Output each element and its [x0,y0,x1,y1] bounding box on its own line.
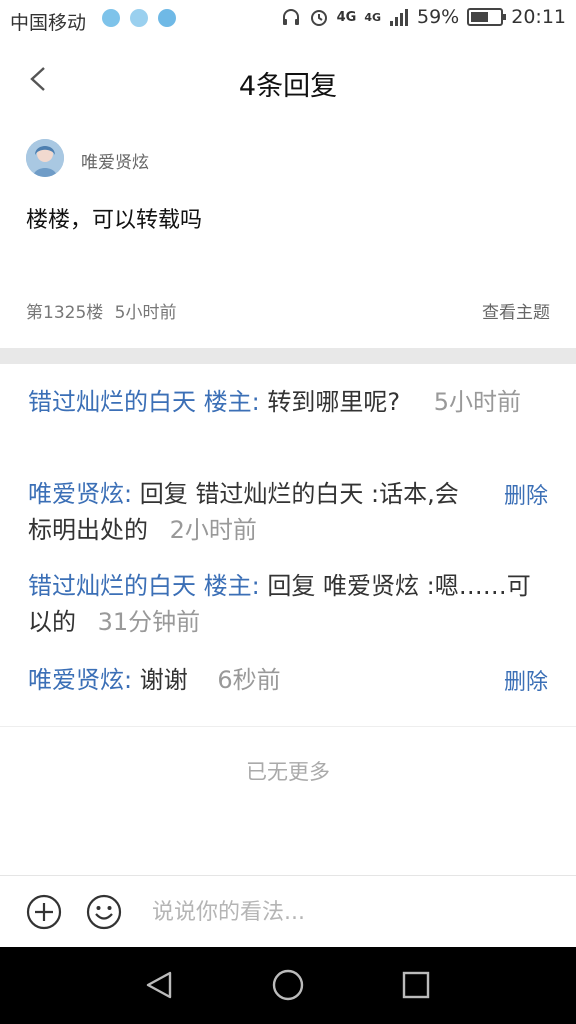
battery-percent: 59% [417,6,460,28]
plus-circle-icon [26,894,62,930]
carrier-name: 中国移动 [10,12,87,34]
square-recents-icon [402,971,430,999]
nav-home-button[interactable] [268,965,308,1005]
reply-user[interactable]: 错过灿烂的白天 楼主: [28,388,260,416]
divider [0,726,576,727]
reply-time: 2小时前 [169,516,257,544]
reply-item[interactable]: 错过灿烂的白天 楼主: 回复 唯爱贤炫 :嗯……可以的 31分钟前 [28,568,548,640]
section-divider [0,348,576,364]
triangle-back-icon [146,971,172,999]
avatar-image [26,139,64,177]
signal-icon [390,9,408,26]
reply-user[interactable]: 唯爱贤炫: [28,480,132,508]
smiley-icon [86,894,122,930]
reply-time: 31分钟前 [97,608,201,636]
delete-button[interactable]: 删除 [504,664,548,696]
reply-item[interactable]: 唯爱贤炫: 回复 错过灿烂的白天 :话本,会标明出处的 2小时前 [28,476,468,548]
reply-text: 谢谢 [139,666,188,694]
post-content: 楼楼，可以转载吗 [26,208,203,233]
post-floor: 第1325楼 [26,303,104,323]
original-post: 唯爱贤炫 楼楼，可以转载吗 第1325楼 5小时前 查看主题 [0,120,576,348]
reply-item[interactable]: 错过灿烂的白天 楼主: 转到哪里呢? 5小时前 [28,384,548,420]
comment-input[interactable] [152,892,542,932]
network-4g-label: 4G [364,10,381,24]
system-nav-bar [0,947,576,1024]
reply-item[interactable]: 唯爱贤炫: 谢谢 6秒前 [28,662,468,698]
no-more-label: 已无更多 [246,760,330,784]
reply-user[interactable]: 错过灿烂的白天 楼主: [28,572,260,600]
notification-icon [102,9,120,27]
avatar[interactable] [26,139,64,177]
comment-bar [0,875,576,947]
reply-list: 错过灿烂的白天 楼主: 转到哪里呢? 5小时前 唯爱贤炫: 回复 错过灿烂的白天… [0,364,576,726]
view-topic-link[interactable]: 查看主题 [482,298,550,323]
status-bar: 中国移动 4G 4G 59% 20:11 [0,0,576,40]
network-4g-label: 4G [336,9,357,25]
reply-user[interactable]: 唯爱贤炫: [28,666,132,694]
headphones-icon [282,9,299,25]
notification-icon [130,9,148,27]
post-meta: 第1325楼 5小时前 [26,298,177,323]
alarm-icon [310,10,327,26]
add-button[interactable] [26,894,62,930]
battery-icon [467,8,507,26]
reply-time: 6秒前 [217,666,281,694]
nav-recents-button[interactable] [396,965,436,1005]
page-title: 4条回复 [238,71,338,102]
nav-back-button[interactable] [140,965,180,1005]
page-header: 4条回复 [0,40,576,120]
post-time: 5小时前 [114,303,177,323]
reply-text: 转到哪里呢? [267,388,401,416]
delete-button[interactable]: 删除 [504,478,548,510]
notification-icon [158,9,176,27]
emoji-button[interactable] [86,894,122,930]
clock: 20:11 [511,6,566,28]
circle-home-icon [272,969,304,1001]
reply-time: 5小时前 [433,388,522,416]
post-author[interactable]: 唯爱贤炫 [81,148,149,173]
